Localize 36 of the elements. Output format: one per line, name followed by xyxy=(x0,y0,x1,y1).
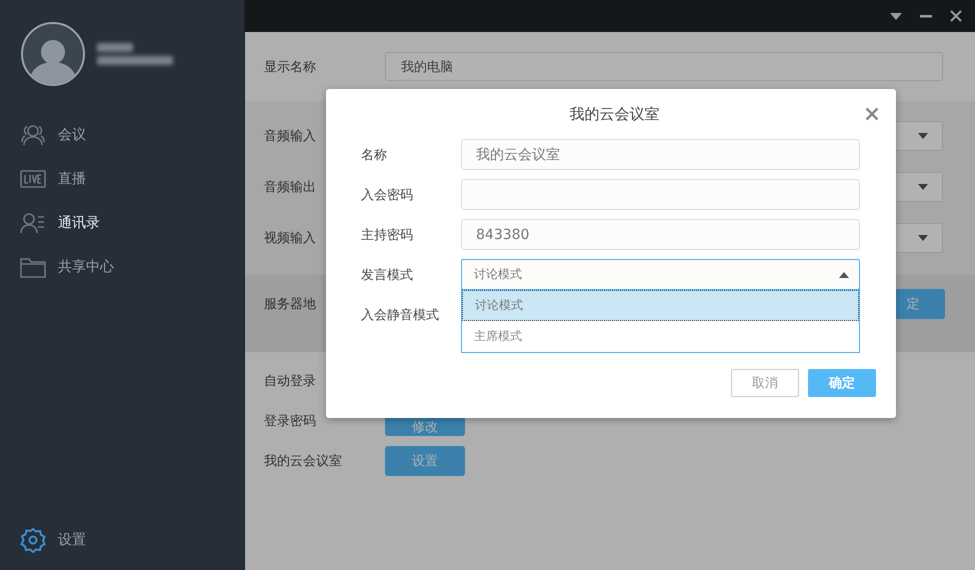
field-label: 我的云会议室 xyxy=(264,453,342,470)
folder-icon xyxy=(20,256,46,278)
caret-icon xyxy=(918,235,928,241)
sidebar-item[interactable]: 通讯录 xyxy=(0,201,244,245)
field-label: 登录密码 xyxy=(264,413,316,430)
dropdown-option[interactable]: 主席模式 xyxy=(462,321,859,352)
field-label: 显示名称 xyxy=(264,58,316,76)
cancel-button[interactable]: 取消 xyxy=(731,369,799,397)
field-label: 音频输出 xyxy=(264,179,316,196)
live-icon xyxy=(20,170,46,188)
field-label: 入会静音模式 xyxy=(361,306,440,324)
contact-list-icon xyxy=(20,212,46,234)
field-label: 主持密码 xyxy=(361,226,414,244)
sidebar-item[interactable]: 直播 xyxy=(0,157,244,201)
field-label: 服务器地 xyxy=(264,296,316,313)
caret-icon xyxy=(839,272,849,278)
input-field[interactable] xyxy=(461,179,860,210)
field-label: 名称 xyxy=(361,146,388,164)
dialog-title: 我的云会议室 xyxy=(570,104,660,124)
display-name-field[interactable]: 我的电脑 xyxy=(385,52,943,81)
people-icon xyxy=(20,124,46,146)
sidebar-item[interactable]: 共享中心 xyxy=(0,245,244,289)
sidebar-item[interactable]: 设置 xyxy=(0,518,244,562)
input-field[interactable]: 我的云会议室 xyxy=(461,139,860,170)
dropdown-option[interactable]: 讨论模式 xyxy=(462,290,859,321)
field-label: 入会密码 xyxy=(361,186,414,204)
close-icon[interactable] xyxy=(865,107,879,121)
settings-icon xyxy=(20,527,46,553)
sidebar-item[interactable]: 会议 xyxy=(0,113,244,157)
caret-icon xyxy=(918,133,928,139)
input-field[interactable]: 843380 xyxy=(461,219,860,250)
caret-icon xyxy=(918,184,928,190)
field-label: 音频输入 xyxy=(264,128,316,145)
field-label: 发言模式 xyxy=(361,266,414,284)
field-label: 自动登录 xyxy=(264,373,316,390)
field-label: 视频输入 xyxy=(264,230,316,247)
